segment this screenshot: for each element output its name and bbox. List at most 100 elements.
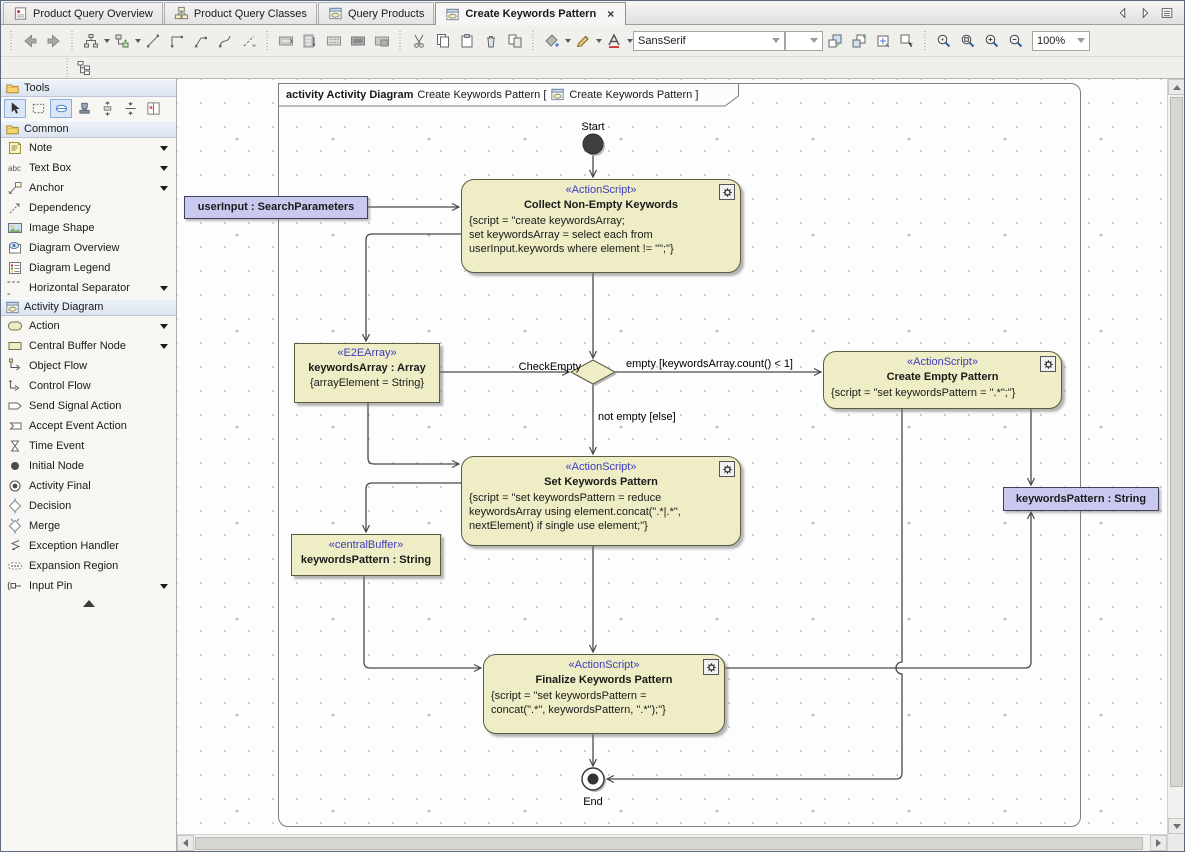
scroll-right-button[interactable] bbox=[1150, 835, 1167, 851]
palette-item-action[interactable]: Action bbox=[1, 316, 176, 336]
scroll-up-button[interactable] bbox=[1168, 79, 1185, 95]
toolbar-grip[interactable] bbox=[8, 31, 15, 51]
palette-item-text-box[interactable]: abcText Box bbox=[1, 158, 176, 178]
edge-collect-to-keywordsarray[interactable] bbox=[366, 234, 461, 341]
palette-item-control-flow[interactable]: Control Flow bbox=[1, 376, 176, 396]
layout-incremental-button[interactable] bbox=[110, 29, 134, 53]
palette-item-send-signal-action[interactable]: Send Signal Action bbox=[1, 396, 176, 416]
palette-item-time-event[interactable]: Time Event bbox=[1, 436, 176, 456]
diagram-canvas[interactable]: activity Activity Diagram Create Keyword… bbox=[177, 79, 1169, 834]
cut-button[interactable] bbox=[407, 29, 431, 53]
horizontal-scroll-thumb[interactable] bbox=[195, 837, 1143, 850]
path-custom-button[interactable] bbox=[237, 29, 261, 53]
font-size-select[interactable] bbox=[785, 31, 823, 51]
palette-section-common[interactable]: Common bbox=[1, 120, 176, 138]
object-node-keywordspattern[interactable]: keywordsPattern : String bbox=[1003, 487, 1159, 511]
close-tab-icon[interactable]: × bbox=[605, 7, 616, 21]
copy-format-button[interactable] bbox=[503, 29, 527, 53]
palette-scroll-up[interactable] bbox=[1, 596, 176, 607]
tab-product-query-overview[interactable]: Product Query Overview bbox=[3, 2, 163, 24]
palette-item-input-pin[interactable]: Input Pin bbox=[1, 576, 176, 596]
vertical-scroll-thumb[interactable] bbox=[1170, 97, 1183, 787]
chevron-down-icon[interactable] bbox=[160, 186, 168, 191]
zoom-level-select[interactable]: 100% bbox=[1032, 31, 1090, 51]
action-collect-non-empty-keywords[interactable]: «ActionScript» Collect Non-Empty Keyword… bbox=[461, 179, 741, 273]
palette-item-merge[interactable]: Merge bbox=[1, 516, 176, 536]
palette-item-expansion-region[interactable]: Expansion Region bbox=[1, 556, 176, 576]
palette-item-accept-event-action[interactable]: Accept Event Action bbox=[1, 416, 176, 436]
layout-tree-button[interactable] bbox=[79, 29, 103, 53]
swimlane-tool-button[interactable] bbox=[142, 99, 164, 118]
final-node-label[interactable]: End bbox=[583, 796, 603, 808]
palette-item-initial-node[interactable]: Initial Node bbox=[1, 456, 176, 476]
paste-button[interactable] bbox=[455, 29, 479, 53]
initial-node-label[interactable]: Start bbox=[581, 121, 604, 133]
line-color-button[interactable] bbox=[571, 29, 595, 53]
tab-query-products[interactable]: Query Products bbox=[318, 2, 434, 24]
zoom-fit-button[interactable] bbox=[956, 29, 980, 53]
next-tab-icon[interactable] bbox=[1138, 6, 1152, 20]
vertical-compress-tool-button[interactable] bbox=[119, 99, 141, 118]
display-paths-button[interactable] bbox=[274, 29, 298, 53]
toolbar-grip[interactable] bbox=[69, 31, 76, 51]
chevron-down-icon[interactable] bbox=[160, 324, 168, 329]
toolbar-grip[interactable] bbox=[922, 31, 929, 51]
to-front-button[interactable] bbox=[823, 29, 847, 53]
delete-button[interactable] bbox=[479, 29, 503, 53]
guard-empty[interactable]: empty [keywordsArray.count() < 1] bbox=[626, 358, 793, 370]
toolbar-grip[interactable] bbox=[397, 31, 404, 51]
apply-style-button[interactable] bbox=[895, 29, 919, 53]
palette-section-activity-diagram[interactable]: Activity Diagram bbox=[1, 298, 176, 316]
zoom-1-1-button[interactable] bbox=[932, 29, 956, 53]
path-curved-button[interactable] bbox=[213, 29, 237, 53]
path-oblique-button[interactable] bbox=[189, 29, 213, 53]
toolbar-grip[interactable] bbox=[530, 31, 537, 51]
edge-keywordsarray-to-setpattern[interactable] bbox=[368, 403, 459, 464]
cursor-tool-button[interactable] bbox=[4, 99, 26, 118]
guard-checkempty[interactable]: CheckEmpty bbox=[519, 361, 582, 373]
palette-item-activity-final[interactable]: Activity Final bbox=[1, 476, 176, 496]
palette-item-dependency[interactable]: Dependency bbox=[1, 198, 176, 218]
toolbar-grip[interactable] bbox=[264, 31, 271, 51]
show-window-button[interactable] bbox=[370, 29, 394, 53]
vertical-spread-tool-button[interactable] bbox=[96, 99, 118, 118]
palette-item-object-flow[interactable]: Object Flow bbox=[1, 356, 176, 376]
font-color-button[interactable] bbox=[602, 29, 626, 53]
palette-item-anchor[interactable]: Anchor bbox=[1, 178, 176, 198]
edge-finalize-to-keywordspattern[interactable] bbox=[724, 512, 1031, 668]
palette-item-diagram-legend[interactable]: Diagram Legend bbox=[1, 258, 176, 278]
show-containment-button[interactable] bbox=[74, 58, 94, 78]
fill-color-button[interactable] bbox=[540, 29, 564, 53]
object-node-userinput[interactable]: userInput : SearchParameters bbox=[184, 196, 368, 219]
path-straight-button[interactable] bbox=[141, 29, 165, 53]
tab-list-icon[interactable] bbox=[1160, 6, 1174, 20]
connector-tool-button[interactable] bbox=[50, 99, 72, 118]
palette-item-horizontal-separator[interactable]: ----Horizontal Separator bbox=[1, 278, 176, 298]
scroll-left-button[interactable] bbox=[177, 835, 194, 851]
palette-section-tools[interactable]: Tools bbox=[1, 79, 176, 97]
display-compartments-button[interactable] bbox=[298, 29, 322, 53]
copy-button[interactable] bbox=[431, 29, 455, 53]
action-set-keywords-pattern[interactable]: «ActionScript» Set Keywords Pattern {scr… bbox=[461, 456, 741, 546]
action-create-empty-pattern[interactable]: «ActionScript» Create Empty Pattern {scr… bbox=[823, 351, 1062, 409]
edge-centralbuffer-to-finalize[interactable] bbox=[364, 576, 481, 668]
back-button[interactable] bbox=[18, 29, 42, 53]
palette-item-decision[interactable]: Decision bbox=[1, 496, 176, 516]
forward-button[interactable] bbox=[42, 29, 66, 53]
to-back-button[interactable] bbox=[847, 29, 871, 53]
buffer-keywordsarray[interactable]: «E2EArray» keywordsArray : Array {arrayE… bbox=[294, 343, 440, 403]
palette-item-image-shape[interactable]: Image Shape bbox=[1, 218, 176, 238]
palette-item-note[interactable]: Note bbox=[1, 138, 176, 158]
tab-create-keywords-pattern[interactable]: Create Keywords Pattern × bbox=[435, 2, 626, 25]
show-shadow-button[interactable] bbox=[346, 29, 370, 53]
chevron-down-icon[interactable] bbox=[160, 286, 168, 291]
buffer-keywordspattern[interactable]: «centralBuffer» keywordsPattern : String bbox=[291, 534, 441, 576]
palette-item-diagram-overview[interactable]: Diagram Overview bbox=[1, 238, 176, 258]
autosize-button[interactable] bbox=[871, 29, 895, 53]
stamp-tool-button[interactable] bbox=[73, 99, 95, 118]
toolbar-grip[interactable] bbox=[64, 58, 71, 78]
palette-item-central-buffer-node[interactable]: Central Buffer Node bbox=[1, 336, 176, 356]
chevron-down-icon[interactable] bbox=[160, 344, 168, 349]
tab-product-query-classes[interactable]: Product Query Classes bbox=[164, 2, 317, 24]
font-family-select[interactable]: SansSerif bbox=[633, 31, 785, 51]
